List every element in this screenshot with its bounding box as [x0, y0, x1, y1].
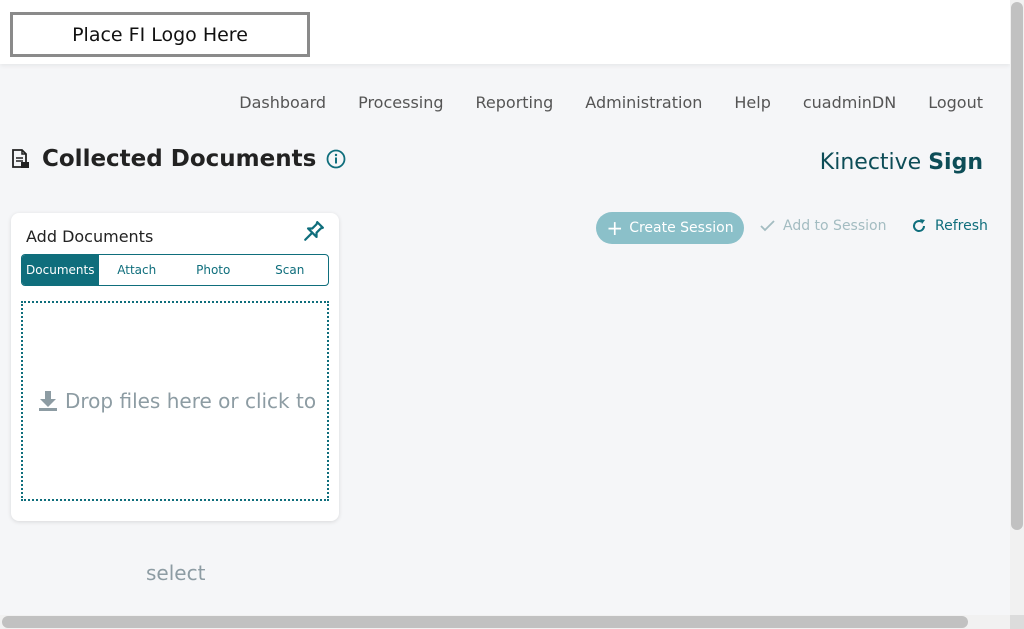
add-to-session-label: Add to Session	[783, 218, 887, 234]
refresh-label: Refresh	[935, 218, 988, 234]
page-title-row: Collected Documents	[10, 146, 346, 172]
check-icon	[760, 220, 775, 232]
add-to-session-button[interactable]: Add to Session	[760, 218, 886, 234]
nav-processing[interactable]: Processing	[358, 93, 443, 112]
tab-attach[interactable]: Attach	[99, 255, 176, 285]
refresh-button[interactable]: Refresh	[911, 218, 988, 234]
nav-logout[interactable]: Logout	[928, 93, 983, 112]
logo-text: Place FI Logo Here	[72, 23, 248, 46]
pin-icon[interactable]	[299, 218, 327, 246]
nav-help[interactable]: Help	[734, 93, 770, 112]
nav-user[interactable]: cuadminDN	[803, 93, 896, 112]
add-documents-tabs: Documents Attach Photo Scan	[21, 254, 329, 286]
dropzone-overflow-text: select	[146, 561, 206, 585]
dropzone-content: Drop files here or click to	[37, 389, 316, 413]
fi-logo-placeholder[interactable]: Place FI Logo Here	[10, 12, 310, 57]
vertical-scrollbar-thumb[interactable]	[1011, 2, 1023, 530]
info-icon[interactable]	[326, 149, 346, 169]
create-session-button[interactable]: + Create Session	[596, 212, 744, 244]
add-documents-title: Add Documents	[26, 227, 154, 246]
nav-reporting[interactable]: Reporting	[476, 93, 554, 112]
dropzone-text: Drop files here or click to	[65, 389, 317, 413]
main-nav: Dashboard Processing Reporting Administr…	[207, 93, 983, 112]
horizontal-scrollbar-thumb[interactable]	[2, 616, 968, 628]
plus-icon: +	[606, 216, 624, 240]
app-header: Place FI Logo Here	[0, 0, 1010, 64]
nav-dashboard[interactable]: Dashboard	[239, 93, 326, 112]
create-session-label: Create Session	[629, 220, 734, 236]
refresh-icon	[913, 219, 926, 232]
tab-documents[interactable]: Documents	[22, 255, 99, 285]
file-dropzone[interactable]: Drop files here or click to	[21, 301, 329, 501]
page-title: Collected Documents	[42, 146, 317, 172]
add-documents-card: Add Documents Documents Attach Photo Sca…	[11, 213, 339, 521]
brand-bold: Sign	[928, 150, 983, 175]
tab-photo[interactable]: Photo	[175, 255, 252, 285]
document-list-icon	[12, 149, 29, 168]
nav-administration[interactable]: Administration	[585, 93, 702, 112]
tab-scan[interactable]: Scan	[252, 255, 329, 285]
scrollbar-corner	[1010, 615, 1024, 629]
brand-wordmark: Kinective Sign	[820, 150, 983, 175]
download-icon	[39, 391, 57, 411]
brand-light: Kinective	[819, 150, 922, 175]
